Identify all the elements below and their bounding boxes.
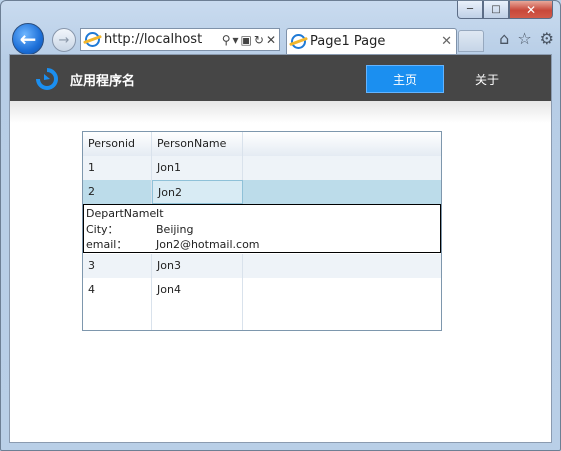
command-icons: ⌂ ☆ ⚙ [499,29,554,48]
new-tab-button[interactable] [458,30,484,52]
gear-icon[interactable]: ⚙ [540,29,554,48]
close-window-button[interactable]: ✕ [509,1,553,19]
stop-icon[interactable]: ✕ [266,33,276,47]
tab-title: Page1 Page [310,34,386,49]
ie-page-icon [85,32,100,47]
email-value: Jon2@hotmail.com [156,238,260,251]
cell-personname[interactable]: Jon3 [152,254,243,278]
city-label: City： [86,222,119,236]
tab-close-icon[interactable]: ✕ [441,34,456,49]
row-details-panel: DepartName It City： Beijing email： Jon2@… [83,204,441,253]
cell-personname[interactable]: Jon4 [152,278,243,302]
address-bar[interactable]: http://localhost ⚲ ▾ ▣ ↻ ✕ [80,28,280,51]
cell-personname[interactable]: Jon1 [152,156,243,180]
cell-personid[interactable]: 2 [83,180,152,204]
refresh-icon[interactable]: ↻ [254,33,264,47]
cell-personid[interactable]: 3 [83,254,152,278]
table-row[interactable]: 4 Jon4 [83,278,441,302]
address-url[interactable]: http://localhost [104,32,222,47]
column-header-personname[interactable]: PersonName [152,132,243,156]
nav-about-link[interactable]: 关于 [454,65,520,93]
forward-button[interactable]: → [52,28,76,52]
home-icon[interactable]: ⌂ [499,29,509,48]
app-title: 应用程序名 [70,74,136,89]
cell-personid[interactable]: 4 [83,278,152,302]
depart-value: It [156,207,164,220]
minimize-button[interactable]: ─ [457,1,483,19]
cell-filler [243,278,441,302]
grid-empty-area [83,302,441,330]
compat-view-icon[interactable]: ▣ [241,33,252,47]
column-header-filler [243,132,441,156]
page-content: 应用程序名 主页 关于 Personid PersonName 1 Jon1 2… [9,54,552,443]
cell-filler [243,180,441,204]
depart-label: DepartName [86,207,157,220]
arrow-right-icon: → [58,32,70,48]
email-label: email： [86,238,128,251]
cell-personname[interactable]: Jon2 [152,180,243,204]
header-shadow [10,101,551,123]
back-button[interactable]: ← [12,23,44,55]
table-row[interactable]: 3 Jon3 [83,254,441,278]
app-header: 应用程序名 主页 关于 [10,55,551,101]
city-value: Beijing [156,222,194,236]
cell-personid[interactable]: 1 [83,156,152,180]
cell-filler [243,156,441,180]
window-controls: ─ □ ✕ [457,1,553,19]
cell-filler [243,254,441,278]
favorites-star-icon[interactable]: ☆ [517,29,531,48]
grid-header-row: Personid PersonName [83,132,441,157]
column-header-personid[interactable]: Personid [83,132,152,156]
table-row[interactable]: 1 Jon1 [83,156,441,180]
arrow-left-icon: ← [19,27,37,51]
dropdown-icon[interactable]: ▾ [233,33,239,47]
tab-page-icon [291,34,306,49]
nav-home-button[interactable]: 主页 [366,65,444,93]
person-datagrid[interactable]: Personid PersonName 1 Jon1 2 Jon2 Depart… [82,131,442,331]
maximize-button[interactable]: □ [483,1,509,19]
browser-window: ─ □ ✕ ← → http://localhost ⚲ ▾ ▣ ↻ ✕ Pag… [0,0,561,451]
browser-tab[interactable]: Page1 Page ✕ [286,28,457,54]
table-row-selected[interactable]: 2 Jon2 [83,180,441,204]
search-icon[interactable]: ⚲ [222,33,231,47]
app-logo-icon [36,68,58,90]
